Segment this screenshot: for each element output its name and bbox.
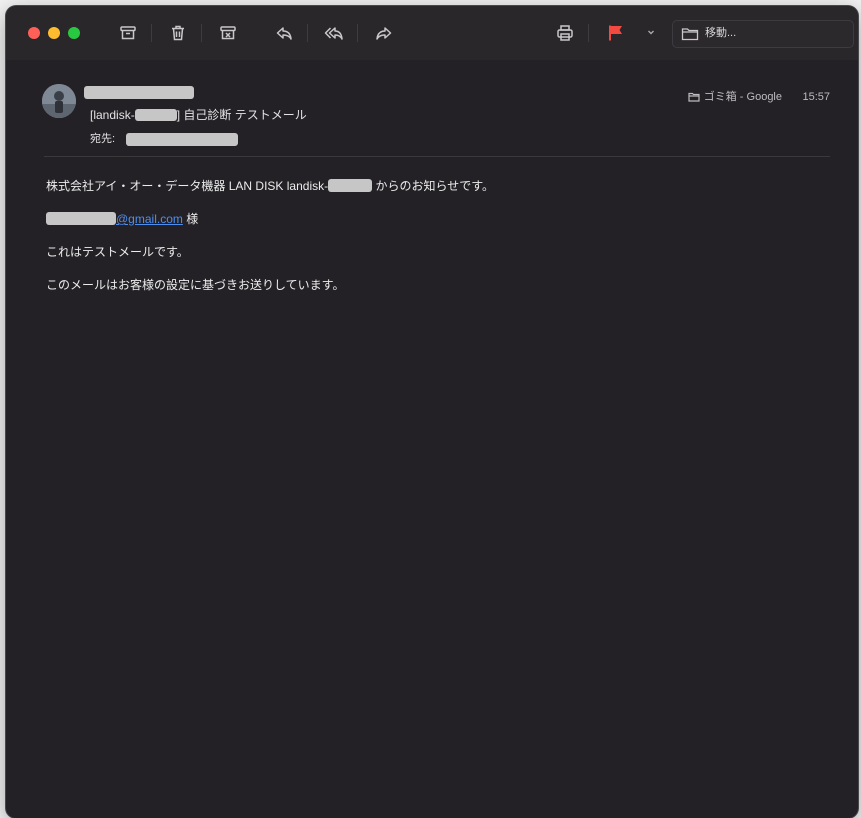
body-line-1-prefix: 株式会社アイ・オー・データ機器 LAN DISK landisk- [46,179,329,193]
subject: [landisk- ] 自己診断 テストメール [90,107,307,123]
body-line-3: これはテストメールです。 [46,245,189,259]
reply-all-icon [324,27,343,40]
email-link[interactable]: @gmail.com [116,212,183,226]
toolbar-separator [588,24,589,42]
email-user-redacted [46,212,116,226]
recipient-redacted[interactable] [126,132,239,146]
minimize-window-button[interactable] [48,27,60,39]
junk-button[interactable] [216,21,240,45]
redacted-device-name [134,108,177,121]
body-line-4: このメールはお客様の設定に基づきお送りしています。 [46,278,345,292]
avatar-photo [42,84,76,118]
redacted-device-name [328,179,373,193]
move-to-folder-button[interactable]: 移動... [672,20,854,48]
reply-button[interactable] [272,21,296,45]
toolbar: 移動... [6,6,858,60]
toolbar-separator [151,24,152,42]
trash-icon [172,25,184,41]
reply-all-button[interactable] [322,21,346,45]
mail-window: 移動... [landisk-] 自己診断 テストメール 宛先: ゴミ箱 - G… [6,6,858,818]
avatar[interactable] [42,84,76,118]
junk-icon [220,26,236,40]
zoom-window-button[interactable] [68,27,80,39]
archive-icon [120,26,136,40]
print-button[interactable] [553,21,577,45]
body-line-2: @gmail.com 様 [46,211,828,227]
mailbox-info: ゴミ箱 - Google [688,90,782,104]
delete-button[interactable] [166,21,190,45]
folder-icon [681,28,699,41]
close-window-button[interactable] [28,27,40,39]
honorific: 様 [182,212,199,226]
message-body: 株式会社アイ・オー・データ機器 LAN DISK landisk- からのお知ら… [46,178,828,310]
toolbar-separator [357,24,358,42]
toolbar-separator [307,24,308,42]
to-label: 宛先: [90,133,116,145]
flag-button[interactable] [604,21,628,45]
message-header: [landisk-] 自己診断 テストメール 宛先: ゴミ箱 - Google … [6,60,858,160]
forward-button[interactable] [372,21,396,45]
chevron-down-icon[interactable] [646,27,656,37]
folder-icon [688,92,700,102]
print-icon [557,25,573,41]
toolbar-separator [201,24,202,42]
flag-icon [609,25,622,41]
recipient-line: 宛先: [90,131,239,147]
message-time: 15:57 [802,91,830,103]
sender-name-redacted[interactable] [84,86,194,99]
archive-button[interactable] [116,21,140,45]
header-divider [44,156,830,157]
subject-prefix: [landisk- [90,108,135,122]
subject-suffix: ] 自己診断 テストメール [176,108,307,122]
forward-icon [376,27,392,40]
body-line-1-suffix: からのお知らせです。 [372,179,495,193]
move-label: 移動... [705,27,737,39]
body-line-1: 株式会社アイ・オー・データ機器 LAN DISK landisk- からのお知ら… [46,178,828,194]
reply-icon [276,27,292,40]
mailbox-label: ゴミ箱 - Google [703,91,782,103]
